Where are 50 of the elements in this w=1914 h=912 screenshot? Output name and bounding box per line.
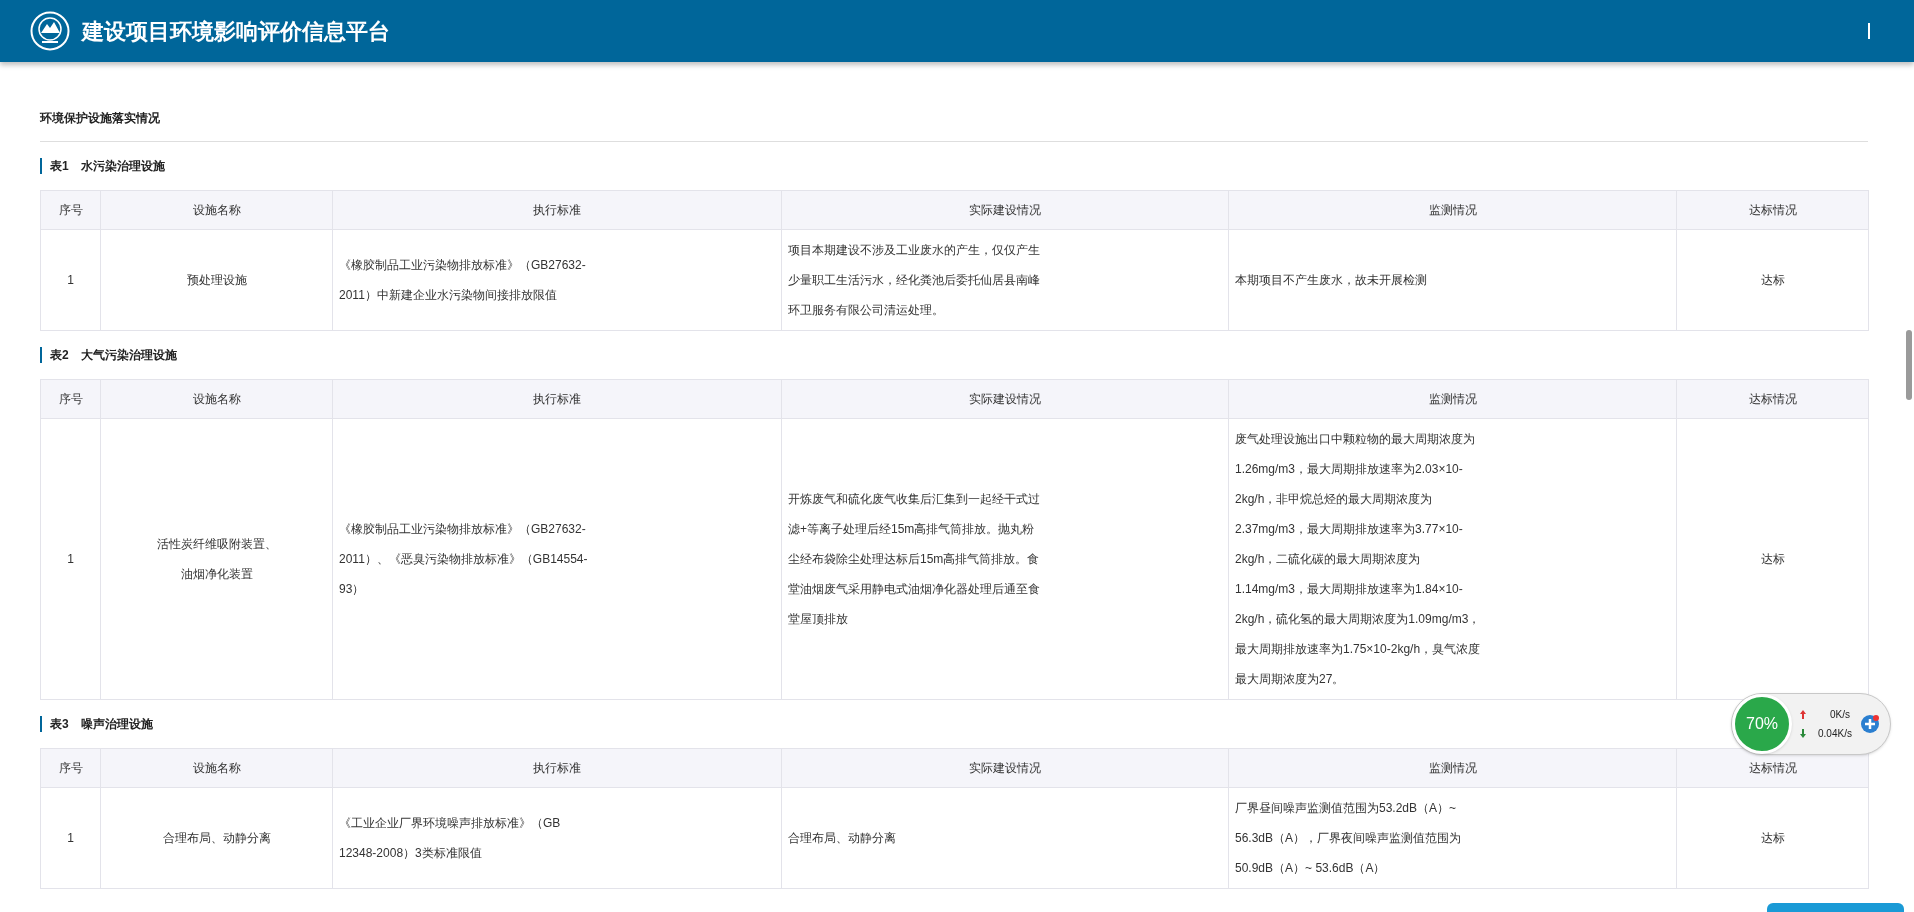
column-header: 设施名称 [100, 379, 333, 419]
download-arrow-icon [1800, 729, 1806, 738]
plus-icon[interactable] [1859, 714, 1880, 734]
table-cell-text: 达标 [1760, 830, 1785, 847]
column-header: 设施名称 [100, 190, 333, 230]
table-cell-text: 1 [67, 551, 74, 568]
column-header: 序号 [40, 190, 101, 230]
section-title: 环境保护设施落实情况 [40, 109, 1868, 142]
table-cell-text: 1 [67, 272, 74, 289]
table-cell-text: 《橡胶制品工业污染物排放标准》（GB27632-2011）、《恶臭污染物排放标准》（GB14554-93） [339, 521, 589, 598]
upload-speed: 0K/s [1830, 708, 1850, 722]
download-speed: 0.04K/s [1818, 727, 1852, 741]
column-header: 序号 [40, 379, 101, 419]
table-label: 表1 [50, 158, 69, 175]
table-cell-text: 本期项目不产生废水，故未开展检测 [1235, 272, 1427, 289]
column-header: 监测情况 [1228, 748, 1677, 788]
table-cell-text: 废气处理设施出口中颗粒物的最大周期浓度为1.26mg/m3，最大周期排放速率为2.03×10-2kg/h，非甲烷总烃的最大周期浓度为2.37mg/m3，最大周期排放速率为3.77×10-2kg/h，二硫化碳的最大周期浓度为1.14mg/m3，最大周期排放速率为1.84×10-2kg/h，硫化氢的最大周期浓度为1.09mg/m3，最大周期排放速率为1.75×10-2kg/h，臭气浓度最大周期浓度为27。 [1235, 431, 1482, 688]
column-header: 设施名称 [100, 748, 333, 788]
column-header: 达标情况 [1676, 190, 1869, 230]
table-cell-text: 合理布局、动静分离 [162, 830, 271, 847]
table-cell-text: 活性炭纤维吸附装置、油烟净化装置 [155, 536, 278, 583]
upload-arrow-icon [1800, 710, 1806, 719]
column-header: 监测情况 [1228, 379, 1677, 419]
table-cell-text: 达标 [1760, 272, 1785, 289]
table-cell-text: 达标 [1760, 551, 1785, 568]
table-cell-text: 《橡胶制品工业污染物排放标准》（GB27632-2011）中新建企业水污染物间接排放限值 [339, 257, 587, 304]
table-cell-text: 合理布局、动静分离 [788, 830, 896, 847]
column-header: 监测情况 [1228, 190, 1677, 230]
table-name: 水污染治理设施 [80, 158, 165, 175]
column-header: 实际建设情况 [781, 379, 1229, 419]
column-header: 达标情况 [1676, 379, 1869, 419]
column-header: 执行标准 [332, 190, 782, 230]
table-cell-text: 《工业企业厂界环境噪声排放标准》（GB 12348-2008）3类标准限值 [339, 815, 562, 862]
column-header: 序号 [40, 748, 101, 788]
percent-badge: 70% [1732, 694, 1792, 754]
column-header: 实际建设情况 [781, 190, 1229, 230]
site-title: 建设项目环境影响评价信息平台 [82, 17, 390, 46]
column-header: 执行标准 [332, 748, 782, 788]
table-cell-text: 项目本期建设不涉及工业废水的产生，仅仅产生少量职工生活污水，经化粪池后委托仙居县南峰环卫服务有限公司清运处理。 [788, 242, 1041, 319]
table-cell-text: 厂界昼间噪声监测值范围为53.2dB（A）~ 56.3dB（A），厂界夜间噪声监测值范围为50.9dB（A）~ 53.6dB（A） [1235, 800, 1463, 877]
table-name: 大气污染治理设施 [80, 347, 177, 364]
table-cell-text: 预处理设施 [186, 272, 247, 289]
logo-icon [30, 11, 70, 51]
table-cell-text: 1 [67, 830, 74, 847]
table-label: 表3 [50, 716, 69, 733]
column-header: 实际建设情况 [781, 748, 1229, 788]
table-label: 表2 [50, 347, 69, 364]
table-name: 噪声治理设施 [80, 716, 153, 733]
column-header: 执行标准 [332, 379, 782, 419]
table-cell-text: 开炼废气和硫化废气收集后汇集到一起经干式过滤+等离子处理后经15m高排气筒排放。抛丸粉尘经布袋除尘处理达标后15m高排气筒排放。食堂油烟废气采用静电式油烟净化器处理后通至食堂屋顶排放 [788, 491, 1041, 628]
